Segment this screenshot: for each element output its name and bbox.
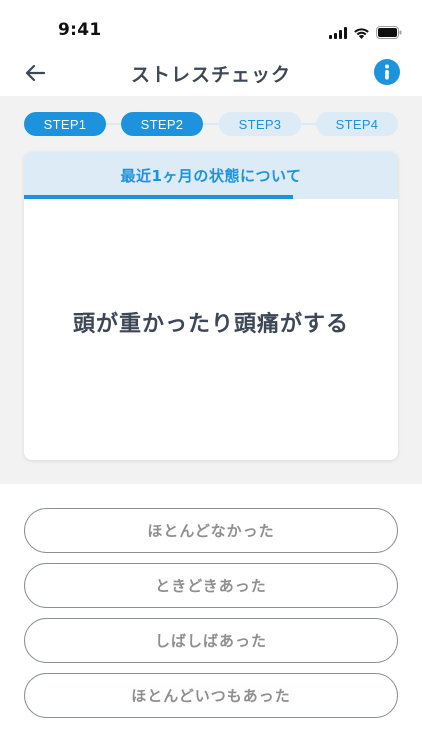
nav-bar: ストレスチェック (0, 50, 422, 96)
answer-button-sometimes[interactable]: ときどきあった (24, 563, 398, 608)
answer-button-almost-always[interactable]: ほとんどいつもあった (24, 673, 398, 718)
answer-button-often[interactable]: しばしばあった (24, 618, 398, 663)
status-time: 9:41 (58, 20, 102, 40)
step-4[interactable]: STEP4 (316, 112, 398, 136)
progress-bar (24, 195, 398, 199)
signal-icon (329, 24, 347, 43)
content-area: STEP1 STEP2 STEP3 STEP4 最近1ヶ月の状態について 頭が重… (0, 96, 422, 484)
progress-fill (24, 195, 294, 199)
card-header: 最近1ヶ月の状態について (24, 152, 398, 198)
info-button[interactable] (374, 59, 400, 85)
info-icon (385, 64, 389, 80)
step-1[interactable]: STEP1 (24, 112, 106, 136)
status-icons (329, 24, 402, 43)
answer-button-rarely[interactable]: ほとんどなかった (24, 508, 398, 553)
question-card: 最近1ヶ月の状態について 頭が重かったり頭痛がする (24, 152, 398, 460)
question-text: 頭が重かったり頭痛がする (72, 312, 349, 337)
step-3[interactable]: STEP3 (219, 112, 301, 136)
battery-icon (376, 24, 402, 43)
step-2[interactable]: STEP2 (121, 112, 203, 136)
wifi-icon (353, 24, 370, 43)
page-title: ストレスチェック (130, 64, 291, 86)
status-bar: 9:41 (0, 0, 422, 50)
step-indicator: STEP1 STEP2 STEP3 STEP4 (24, 112, 398, 136)
